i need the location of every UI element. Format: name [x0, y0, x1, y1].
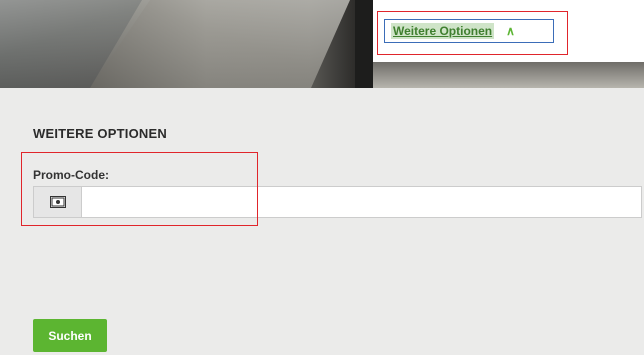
more-options-toggle[interactable]: Weitere Optionen ∧ — [384, 19, 554, 43]
banner-divider — [355, 0, 373, 88]
chevron-up-icon: ∧ — [506, 24, 515, 38]
promo-code-label: Promo-Code: — [33, 168, 109, 182]
section-title: WEITERE OPTIONEN — [33, 126, 167, 141]
ticket-icon — [34, 187, 82, 217]
promo-code-group — [33, 186, 642, 218]
promo-code-input[interactable] — [82, 187, 641, 217]
more-options-label: Weitere Optionen — [391, 23, 495, 39]
search-button[interactable]: Suchen — [33, 319, 107, 352]
banner-image-right — [373, 62, 644, 88]
header-banner — [0, 0, 644, 88]
